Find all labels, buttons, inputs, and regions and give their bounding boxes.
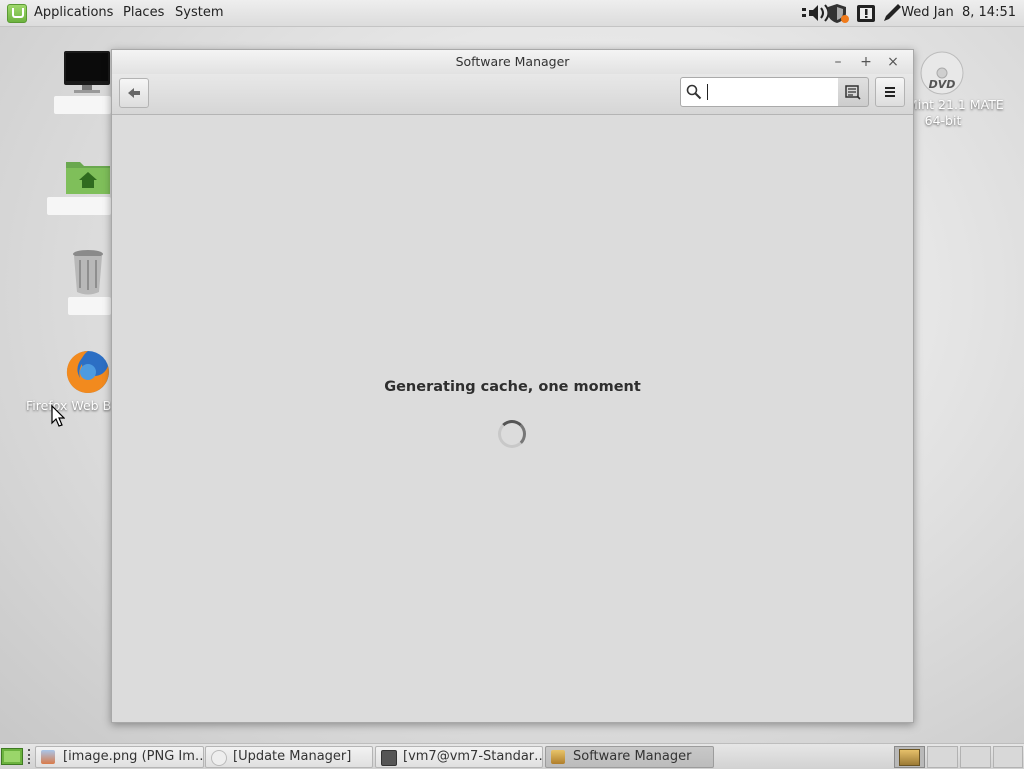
dvd-label-line1: Mint 21.1 MATE <box>907 97 1004 112</box>
minimize-button[interactable]: – <box>829 53 847 71</box>
maximize-button[interactable]: + <box>857 53 875 71</box>
workspace-window-thumb <box>899 749 920 766</box>
workspace-1[interactable] <box>894 746 925 768</box>
task-label: [Update Manager] <box>233 749 352 764</box>
loading-spinner-icon <box>498 420 526 448</box>
window-title: Software Manager <box>455 54 570 69</box>
home-folder-icon[interactable] <box>64 156 112 196</box>
workspace-2[interactable] <box>927 746 958 768</box>
close-button[interactable]: × <box>884 53 902 71</box>
firefox-label: Firefox Web B <box>26 398 112 413</box>
trash-label <box>68 297 111 315</box>
network-icon[interactable] <box>802 8 806 17</box>
workspace-3[interactable] <box>960 746 991 768</box>
pen-icon[interactable] <box>884 4 901 21</box>
status-text: Generating cache, one moment <box>384 379 641 395</box>
places-menu[interactable]: Places <box>123 0 164 26</box>
image-viewer-icon <box>41 750 55 764</box>
mouse-pointer-icon <box>51 405 65 427</box>
update-manager-icon <box>211 750 227 766</box>
show-desktop-icon[interactable] <box>1 748 23 765</box>
search-input[interactable] <box>707 82 837 102</box>
toolbar <box>112 74 913 115</box>
hamburger-menu-icon <box>885 87 895 97</box>
workspace-4[interactable] <box>993 746 1023 768</box>
title-bar[interactable]: Software Manager – + × <box>112 50 913 74</box>
top-panel: Applications Places System Wed Jan 8, 14… <box>0 0 1024 27</box>
task-label: [vm7@vm7-Standar… <box>403 749 543 764</box>
dvd-label-line2: 64-bit <box>924 113 962 128</box>
task-terminal[interactable]: [vm7@vm7-Standar… <box>375 746 543 768</box>
computer-icon[interactable] <box>62 49 112 95</box>
back-button[interactable] <box>119 78 149 108</box>
search-icon <box>686 84 702 100</box>
software-manager-icon <box>551 750 565 764</box>
svg-text:DVD: DVD <box>929 78 956 91</box>
task-image-viewer[interactable]: [image.png (PNG Im… <box>35 746 204 768</box>
dvd-icon[interactable]: DVD <box>919 50 965 96</box>
task-label: Software Manager <box>573 749 692 764</box>
menu-button[interactable] <box>875 77 905 107</box>
shield-update-icon[interactable] <box>828 4 849 23</box>
task-update-manager[interactable]: [Update Manager] <box>205 746 373 768</box>
bottom-panel: [image.png (PNG Im… [Update Manager] [vm… <box>0 743 1024 769</box>
search-options-icon <box>845 85 861 100</box>
applications-menu[interactable]: Applications <box>34 0 113 26</box>
task-software-manager[interactable]: Software Manager <box>545 746 714 768</box>
mint-menu-icon[interactable] <box>7 4 27 23</box>
terminal-icon <box>381 750 397 766</box>
trash-icon[interactable] <box>70 248 106 296</box>
panel-handle[interactable] <box>28 749 33 764</box>
clock[interactable]: Wed Jan 8, 14:51 <box>901 0 1016 26</box>
software-manager-window: Software Manager – + × Generating cache,… <box>111 49 914 723</box>
system-tray <box>802 4 901 23</box>
arrow-left-icon <box>128 88 140 98</box>
computer-label <box>54 96 111 114</box>
search-options-button[interactable] <box>838 77 869 107</box>
search-field[interactable] <box>680 77 840 107</box>
firefox-icon[interactable] <box>65 349 111 395</box>
alert-icon[interactable] <box>857 5 875 22</box>
home-label <box>47 197 111 215</box>
content-area: Generating cache, one moment <box>112 115 913 722</box>
system-menu[interactable]: System <box>175 0 223 26</box>
task-label: [image.png (PNG Im… <box>63 749 204 764</box>
volume-icon[interactable] <box>809 4 830 22</box>
